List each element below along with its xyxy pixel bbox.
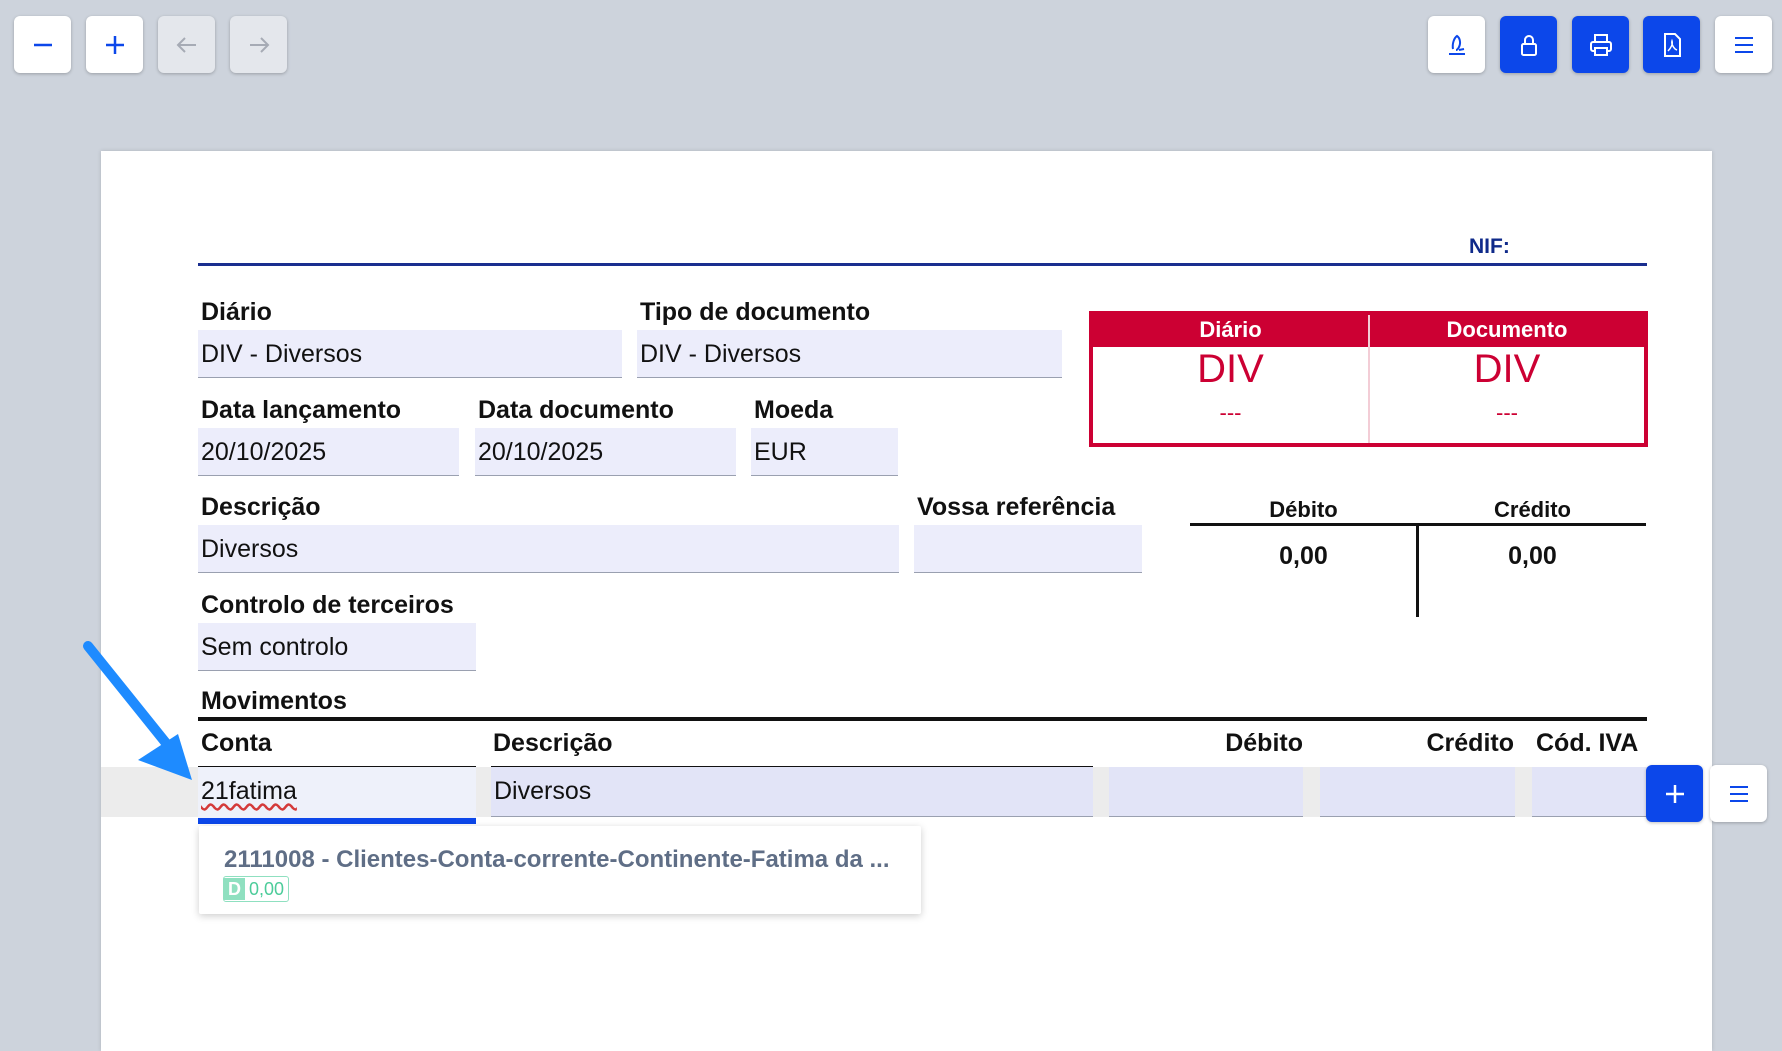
vossa-referencia-field[interactable] — [914, 525, 1142, 573]
menu-button[interactable] — [1715, 16, 1772, 73]
col-cod-iva-header: Cód. IVA — [1536, 729, 1639, 757]
badge-letter: D — [224, 878, 245, 900]
document-page: NIF: Diário DIV - Diversos Tipo de docum… — [101, 151, 1712, 1051]
hamburger-icon — [1729, 785, 1748, 802]
total-credito-value: 0,00 — [1508, 542, 1557, 570]
minus-icon — [33, 43, 52, 46]
lock-button[interactable] — [1500, 16, 1557, 73]
nif-label: NIF: — [1469, 235, 1510, 258]
moeda-field[interactable]: EUR — [751, 428, 898, 476]
pointer-arrow-icon — [83, 641, 192, 780]
printer-icon — [1589, 33, 1612, 56]
credito-cell[interactable] — [1320, 767, 1515, 817]
total-debito-label: Débito — [1269, 497, 1338, 522]
data-lancamento-label: Data lançamento — [201, 396, 402, 424]
diario-label: Diário — [201, 298, 272, 326]
vossa-referencia-label: Vossa referência — [917, 493, 1116, 521]
add-row-button[interactable] — [1646, 765, 1703, 822]
doc-box-diario-value: DIV — [1197, 347, 1264, 391]
descricao-field[interactable]: Diversos — [198, 525, 899, 573]
total-credito-label: Crédito — [1494, 497, 1571, 522]
conta-input[interactable]: 21fatima — [198, 767, 476, 824]
lock-icon — [1520, 34, 1537, 56]
descricao-cell[interactable]: Diversos — [491, 767, 1093, 817]
conta-input-value: 21fatima — [201, 777, 297, 805]
col-conta-header: Conta — [201, 729, 272, 757]
controlo-terceiros-label: Controlo de terceiros — [201, 591, 454, 619]
movimentos-rule — [198, 717, 1647, 721]
account-autocomplete-dropdown: 2111008 - Clientes-Conta-corrente-Contin… — [199, 826, 921, 914]
hamburger-icon — [1734, 36, 1753, 53]
forward-button[interactable] — [230, 16, 287, 73]
doc-box-documento-sub: --- — [1496, 400, 1518, 425]
print-button[interactable] — [1572, 16, 1629, 73]
debito-cell[interactable] — [1109, 767, 1303, 817]
balance-badge: D 0,00 — [223, 876, 290, 902]
autocomplete-item[interactable]: 2111008 - Clientes-Conta-corrente-Contin… — [199, 826, 921, 914]
pdf-file-icon — [1663, 32, 1681, 57]
arrow-right-icon — [249, 36, 269, 53]
total-debito-value: 0,00 — [1279, 542, 1328, 570]
col-debito-header: Débito — [1225, 729, 1303, 757]
back-button[interactable] — [158, 16, 215, 73]
row-menu-button[interactable] — [1710, 765, 1767, 822]
zoom-out-button[interactable] — [14, 16, 71, 73]
data-documento-field[interactable]: 20/10/2025 — [475, 428, 736, 476]
tipo-documento-label: Tipo de documento — [640, 298, 871, 326]
col-credito-header: Crédito — [1426, 729, 1515, 757]
plus-icon — [105, 35, 124, 54]
sign-button[interactable] — [1428, 16, 1485, 73]
header-rule — [198, 263, 1647, 266]
col-descricao-header: Descrição — [493, 729, 613, 757]
controlo-terceiros-field[interactable]: Sem controlo — [198, 623, 476, 671]
doc-box-documento-header: Documento — [1446, 317, 1568, 342]
movimentos-title: Movimentos — [201, 687, 347, 715]
plus-icon — [1665, 784, 1684, 803]
doc-box-documento-value: DIV — [1473, 347, 1541, 391]
tipo-documento-field[interactable]: DIV - Diversos — [637, 330, 1062, 378]
diario-field[interactable]: DIV - Diversos — [198, 330, 622, 378]
signature-icon — [1448, 34, 1465, 55]
autocomplete-item-text: 2111008 - Clientes-Conta-corrente-Contin… — [224, 846, 890, 873]
cod-iva-cell[interactable] — [1532, 767, 1646, 817]
zoom-in-button[interactable] — [86, 16, 143, 73]
doc-box-diario-header: Diário — [1199, 317, 1262, 342]
descricao-label: Descrição — [201, 493, 321, 521]
pdf-button[interactable] — [1643, 16, 1700, 73]
arrow-left-icon — [176, 36, 196, 53]
doc-box-diario-sub: --- — [1219, 400, 1242, 425]
badge-value: 0,00 — [249, 878, 285, 899]
data-documento-label: Data documento — [478, 396, 674, 424]
data-lancamento-field[interactable]: 20/10/2025 — [198, 428, 459, 476]
moeda-label: Moeda — [754, 396, 834, 424]
